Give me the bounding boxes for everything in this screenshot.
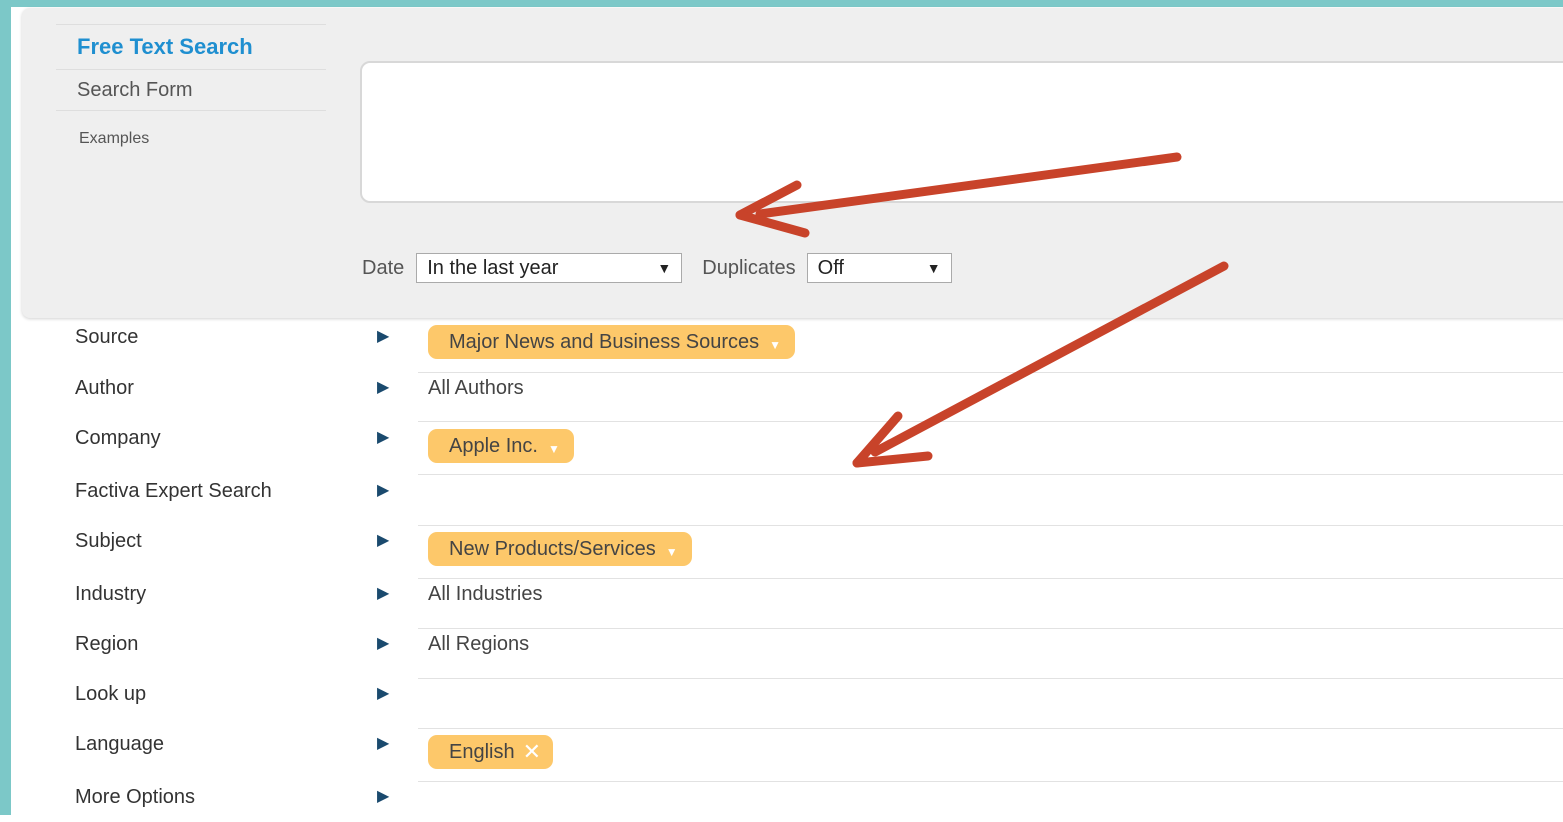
annotation-arrow-to-search-box xyxy=(735,152,1182,238)
annotation-arrow-to-company xyxy=(852,261,1229,468)
annotation-arrows xyxy=(735,152,1229,468)
